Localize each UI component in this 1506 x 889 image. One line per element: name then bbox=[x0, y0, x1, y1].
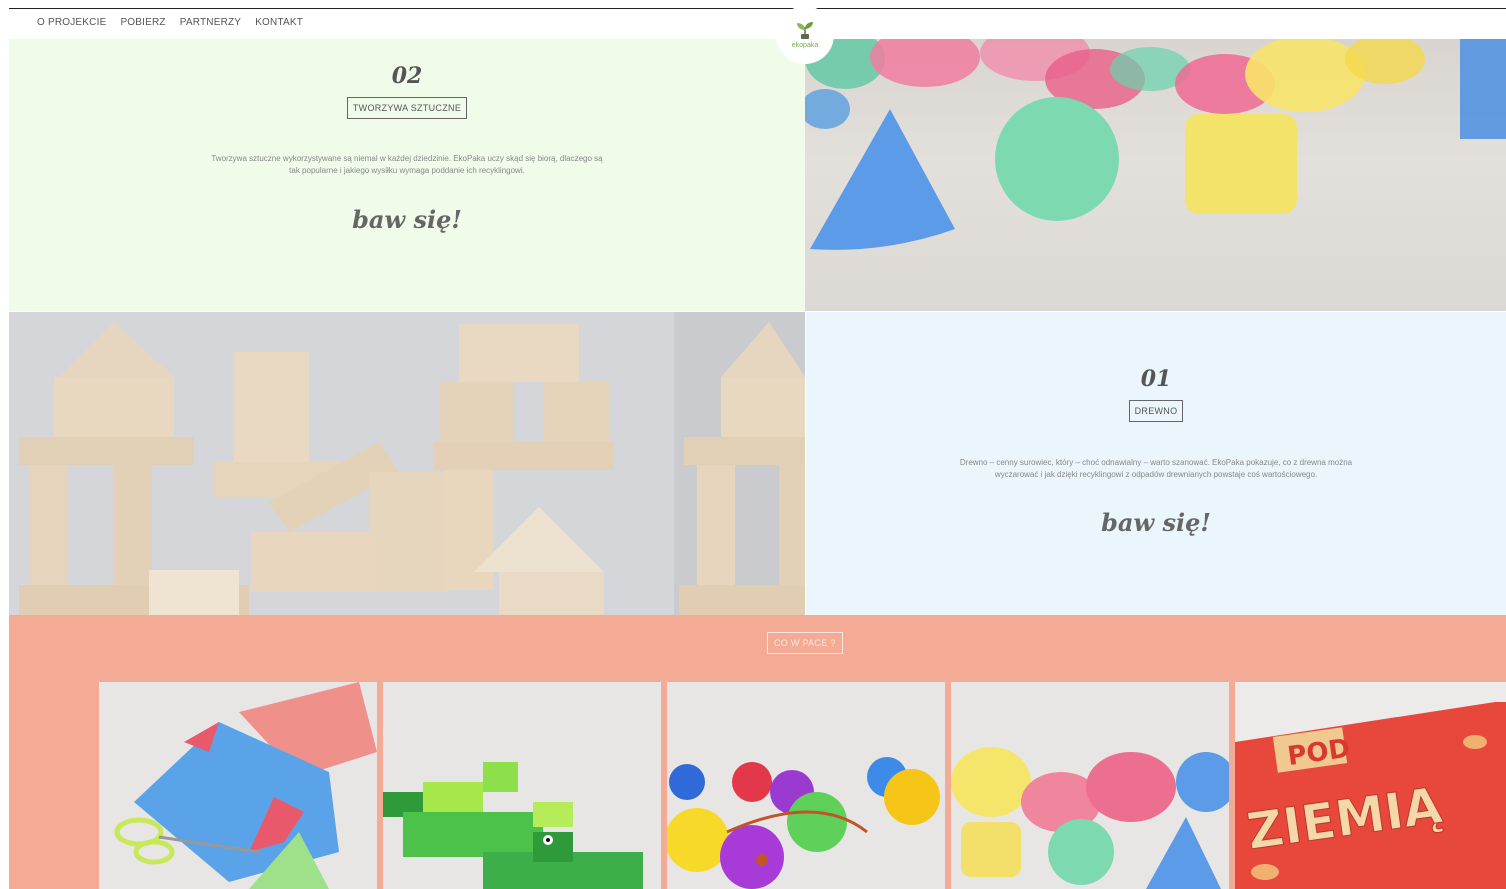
paper-shapes-image bbox=[114, 682, 377, 889]
section-number: 01 bbox=[1140, 366, 1172, 392]
package-contents-section: CO W PACE ? POD ZIEMIĄ bbox=[9, 615, 1506, 889]
photo-play-dough bbox=[805, 39, 1506, 311]
thumb-play-dough[interactable] bbox=[951, 682, 1229, 889]
thumb-book[interactable]: POD ZIEMIĄ bbox=[1235, 682, 1506, 889]
section-number: 02 bbox=[391, 63, 423, 89]
play-link[interactable]: baw się! bbox=[1101, 508, 1211, 537]
play-link[interactable]: baw się! bbox=[352, 205, 462, 234]
section-wood: 01 DREWNO Drewno – cenny surowiec, który… bbox=[806, 312, 1506, 615]
play-dough-image bbox=[805, 39, 1506, 250]
section-plastics: 02 TWORZYWA SZTUCZNE Tworzywa sztuczne w… bbox=[9, 39, 805, 311]
wooden-blocks-image bbox=[9, 312, 805, 615]
nav-item-pobierz[interactable]: POBIERZ bbox=[120, 17, 165, 28]
section-description-line2: tak popularne i jakiego wysiłku wymaga p… bbox=[289, 166, 525, 175]
building-blocks-image bbox=[383, 762, 643, 889]
ekopaka-logo[interactable]: ekopaka bbox=[776, 6, 834, 64]
leaf-icon bbox=[797, 22, 813, 40]
section-tag[interactable]: TWORZYWA SZTUCZNE bbox=[346, 97, 468, 119]
nav-item-o-projekcie[interactable]: O PROJEKCIE bbox=[37, 17, 106, 28]
section-description-line1: Tworzywa sztuczne wykorzystywane są niem… bbox=[211, 154, 603, 163]
top-divider bbox=[9, 8, 1506, 9]
thumb-beads[interactable] bbox=[667, 682, 945, 889]
logo-text: ekopaka bbox=[791, 42, 819, 49]
top-nav: O PROJEKCIE POBIERZ PARTNERZY KONTAKT bbox=[37, 17, 303, 28]
package-tag[interactable]: CO W PACE ? bbox=[767, 632, 843, 654]
section-description-line2: wyczarować i jak dzięki recyklingowi z o… bbox=[994, 470, 1318, 479]
beads-image bbox=[667, 757, 940, 889]
book-cover-image: POD ZIEMIĄ bbox=[1235, 682, 1506, 889]
nav-item-kontakt[interactable]: KONTAKT bbox=[255, 17, 303, 28]
photo-wooden-blocks bbox=[9, 312, 805, 615]
nav-item-partnerzy[interactable]: PARTNERZY bbox=[180, 17, 241, 28]
section-description-line1: Drewno – cenny surowiec, który – choć od… bbox=[959, 458, 1353, 467]
play-dough-small-image bbox=[951, 747, 1229, 889]
thumb-paper-shapes[interactable] bbox=[99, 682, 377, 889]
section-tag[interactable]: DREWNO bbox=[1128, 400, 1184, 422]
thumb-building-blocks[interactable] bbox=[383, 682, 661, 889]
